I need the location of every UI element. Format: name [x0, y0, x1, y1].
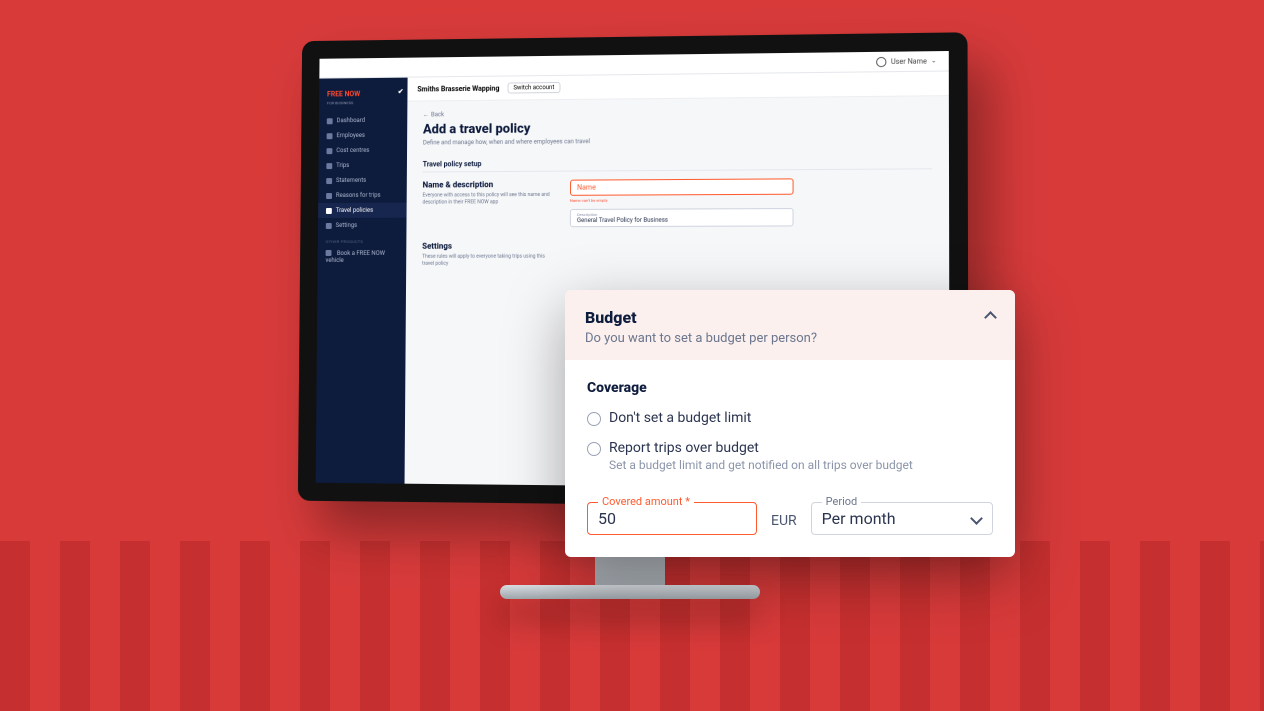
settings-icon [326, 222, 332, 228]
budget-panel: Budget Do you want to set a budget per p… [565, 290, 1015, 557]
chevron-up-icon[interactable] [983, 308, 997, 322]
policy-name-input[interactable]: Name [570, 178, 794, 195]
sidebar-label: Dashboard [337, 117, 366, 124]
sidebar-item-reasons[interactable]: Reasons for trips [318, 188, 407, 203]
trips-icon [326, 163, 332, 169]
sidebar-label: Cost centres [336, 147, 369, 154]
employees-icon [327, 133, 333, 139]
sidebar-label: Statements [336, 177, 366, 184]
arrow-left-icon: ← [423, 111, 429, 118]
page-title: Add a travel policy [423, 118, 932, 138]
budget-title: Budget [585, 308, 995, 327]
travel-policies-icon [326, 207, 332, 213]
policy-description-input[interactable]: Description General Travel Policy for Bu… [570, 208, 794, 227]
budget-question: Do you want to set a budget per person? [585, 331, 995, 346]
dashboard-icon [327, 118, 333, 124]
radio-sub-label: Set a budget limit and get notified on a… [609, 458, 913, 472]
chevron-down-icon [970, 513, 982, 525]
settings-heading: Settings [422, 241, 552, 250]
cost-centres-icon [326, 148, 332, 154]
name-description-heading: Name & description [423, 180, 552, 190]
sidebar-item-travel-policies[interactable]: Travel policies [318, 203, 407, 218]
user-name-label: User Name [891, 57, 927, 66]
sidebar-item-cost-centres[interactable]: Cost centres [319, 143, 407, 159]
sidebar-item-settings[interactable]: Settings [318, 218, 407, 233]
user-menu[interactable]: User Name ⌄ [876, 56, 936, 67]
sidebar-label: Reasons for trips [336, 192, 381, 199]
sidebar-label: Book a FREE NOW vehicle [325, 250, 385, 264]
settings-helper: These rules will apply to everyone takin… [422, 254, 552, 267]
covered-amount-value: 50 [598, 509, 616, 528]
radio-label: Don't set a budget limit [609, 410, 751, 426]
book-icon [326, 250, 332, 256]
policy-name-error: Name can't be empty [570, 196, 932, 203]
placeholder-text: Name [577, 184, 596, 192]
sidebar-section-other: OTHER PRODUCTS [318, 233, 407, 246]
chevron-down-icon: ⌄ [931, 57, 936, 64]
reasons-icon [326, 193, 332, 199]
sidebar-item-statements[interactable]: Statements [318, 173, 407, 189]
sidebar-item-book-vehicle[interactable]: Book a FREE NOW vehicle [318, 246, 407, 269]
sidebar-label: Employees [336, 132, 365, 139]
period-value: Per month [822, 509, 896, 528]
period-select[interactable]: Period Per month [811, 502, 993, 535]
covered-amount-input[interactable]: Covered amount * 50 [587, 502, 757, 535]
sidebar-label: Travel policies [336, 207, 373, 214]
back-link[interactable]: ← Back [423, 107, 932, 119]
back-label: Back [431, 111, 444, 118]
period-label: Period [822, 495, 862, 508]
radio-icon [587, 442, 601, 456]
description-value: General Travel Policy for Business [577, 216, 786, 224]
page-subtitle: Define and manage how, when and where em… [423, 135, 932, 146]
sidebar-label: Trips [336, 162, 349, 169]
radio-icon [587, 412, 601, 426]
name-description-helper: Everyone with access to this policy will… [422, 192, 552, 206]
sidebar: FREE NOW ✔ FOR BUSINESS Dashboard Employ… [316, 78, 408, 484]
coverage-heading: Coverage [587, 380, 993, 396]
monitor-base [500, 585, 760, 599]
account-name: Smiths Brasserie Wapping [417, 84, 499, 93]
sidebar-item-dashboard[interactable]: Dashboard [319, 113, 407, 129]
radio-label: Report trips over budget [609, 440, 913, 456]
brand-subtitle: FOR BUSINESS [319, 100, 407, 114]
avatar-icon [876, 56, 886, 66]
sidebar-item-trips[interactable]: Trips [318, 158, 407, 174]
currency-label: EUR [771, 513, 797, 535]
sidebar-item-employees[interactable]: Employees [319, 128, 407, 144]
radio-no-budget[interactable]: Don't set a budget limit [587, 410, 993, 426]
sidebar-label: Settings [336, 222, 358, 229]
covered-amount-label: Covered amount * [598, 495, 694, 508]
section-setup-heading: Travel policy setup [423, 157, 933, 173]
budget-header[interactable]: Budget Do you want to set a budget per p… [565, 290, 1015, 360]
brand-logo: FREE NOW ✔ [319, 84, 407, 101]
statements-icon [326, 178, 332, 184]
radio-report-over-budget[interactable]: Report trips over budget Set a budget li… [587, 440, 993, 472]
switch-account-button[interactable]: Switch account [507, 82, 560, 94]
